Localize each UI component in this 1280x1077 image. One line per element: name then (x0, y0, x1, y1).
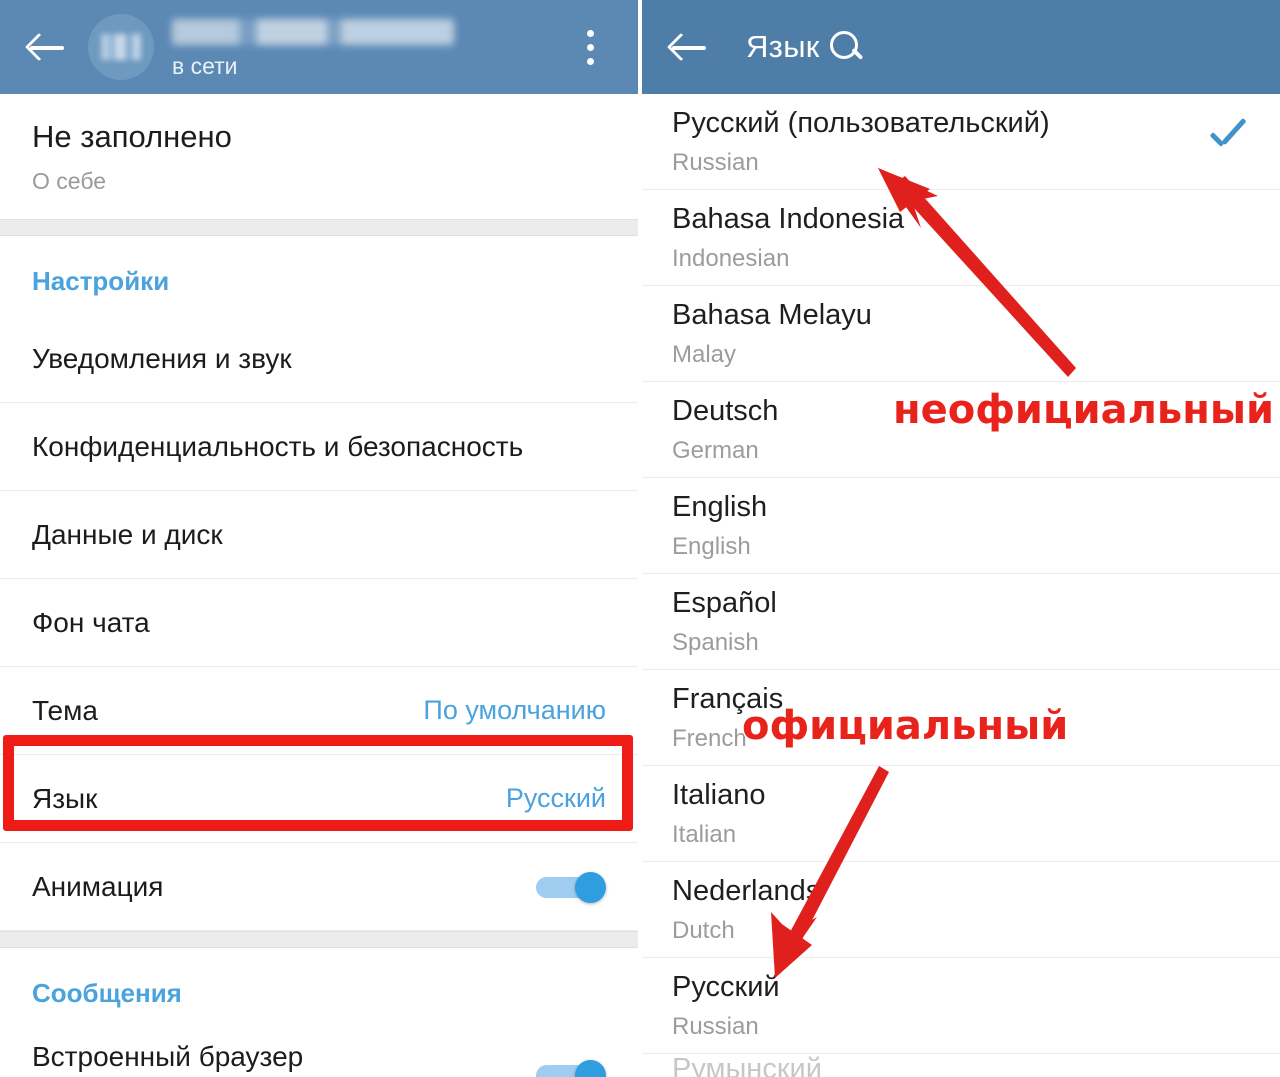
row-label: Встроенный браузер (32, 1040, 304, 1072)
language-texts: Nederlands Dutch (672, 875, 820, 945)
avatar[interactable] (88, 14, 154, 80)
language-native-name: Italiano (672, 778, 766, 811)
language-item-clipped[interactable]: Румынский (642, 1054, 1280, 1077)
language-native-name: Español (672, 586, 777, 619)
overflow-menu-button[interactable] (564, 21, 616, 73)
row-label: Фон чата (32, 606, 150, 638)
language-native-name: Bahasa Melayu (672, 298, 872, 331)
settings-row-privacy[interactable]: Конфиденциальность и безопасность (0, 403, 638, 491)
settings-appbar: в сети (0, 0, 638, 97)
inapp-browser-toggle[interactable] (536, 1059, 606, 1077)
bio-row[interactable]: Не заполнено О себе (0, 94, 638, 219)
language-item-german[interactable]: Deutsch German (642, 382, 1280, 478)
row-label: Анимация (32, 870, 164, 902)
animation-toggle[interactable] (536, 871, 606, 903)
row-label: Конфиденциальность и безопасность (32, 430, 524, 462)
language-native-name: Français (672, 682, 784, 715)
back-arrow-icon (670, 32, 710, 62)
language-texts: English English (672, 491, 767, 561)
language-texts: Bahasa Indonesia Indonesian (672, 203, 904, 273)
bio-label: О себе (32, 167, 107, 194)
back-button[interactable] (22, 21, 74, 73)
back-button[interactable] (664, 21, 716, 73)
row-label: Уведомления и звук (32, 342, 292, 374)
language-item-spanish[interactable]: Español Spanish (642, 574, 1280, 670)
back-arrow-icon (28, 32, 68, 62)
language-english-name: Malay (672, 340, 737, 368)
language-texts: Bahasa Melayu Malay (672, 299, 872, 369)
row-label: Язык (32, 782, 98, 814)
row-label: Тема (32, 694, 98, 726)
settings-row-theme[interactable]: Тема По умолчанию (0, 667, 638, 755)
language-english-name: Russian (672, 1012, 759, 1040)
language-texts: Français French (672, 683, 783, 753)
toggle-thumb (575, 1059, 606, 1077)
settings-row-inapp-browser[interactable]: Встроенный браузер Открывать внешние ссы… (0, 1027, 638, 1077)
settings-row-data-storage[interactable]: Данные и диск (0, 491, 638, 579)
language-english-name: German (672, 436, 759, 464)
language-english-name: Indonesian (672, 244, 790, 272)
language-texts: Deutsch German (672, 395, 778, 465)
avatar-blur-overlay (101, 34, 141, 60)
language-native-name: Bahasa Indonesia (672, 202, 905, 235)
bio-value: Не заполнено (32, 118, 232, 154)
language-english-name: Dutch (672, 916, 735, 944)
row-label: Данные и диск (32, 518, 223, 550)
page-title: Язык (746, 29, 820, 64)
language-item-english[interactable]: English English (642, 478, 1280, 574)
language-item-french[interactable]: Français French (642, 670, 1280, 766)
screenshot-root: в сети Не заполнено О себе Настройки Уве… (0, 0, 1280, 1077)
language-texts: Italiano Italian (672, 779, 766, 849)
language-english-name: French (672, 724, 747, 752)
language-item-russian-official[interactable]: Русский Russian (642, 958, 1280, 1054)
language-item-malay[interactable]: Bahasa Melayu Malay (642, 286, 1280, 382)
language-native-name: Русский (пользовательский) (672, 106, 1050, 139)
section-header-messages: Сообщения (0, 948, 638, 1027)
language-item-russian-custom[interactable]: Русский (пользовательский) Russian (642, 94, 1280, 190)
language-native-name: Nederlands (672, 874, 821, 907)
language-english-name: Russian (672, 148, 759, 176)
language-panel: Язык Русский (пользовательский) Russian … (642, 0, 1280, 1077)
language-texts: Румынский (672, 1054, 822, 1077)
row-texts: Встроенный браузер Открывать внешние ссы… (32, 1041, 486, 1077)
language-english-name: English (672, 532, 751, 560)
section-header-settings: Настройки (0, 236, 638, 315)
section-divider (0, 219, 638, 236)
language-english-name: Italian (672, 820, 737, 848)
settings-row-animation[interactable]: Анимация (0, 843, 638, 931)
theme-value: По умолчанию (423, 695, 606, 725)
profile-title-block: в сети (172, 15, 564, 80)
section-divider-2 (0, 931, 638, 948)
profile-name-blurred (172, 18, 454, 45)
language-item-dutch[interactable]: Nederlands Dutch (642, 862, 1280, 958)
toggle-thumb (575, 871, 606, 903)
language-texts: Русский Russian (672, 971, 780, 1041)
settings-row-language[interactable]: Язык Русский (0, 755, 638, 843)
search-icon (828, 29, 864, 65)
language-english-name: Spanish (672, 628, 759, 656)
language-item-indonesian[interactable]: Bahasa Indonesia Indonesian (642, 190, 1280, 286)
language-item-italian[interactable]: Italiano Italian (642, 766, 1280, 862)
settings-row-chat-background[interactable]: Фон чата (0, 579, 638, 667)
language-native-name: Румынский (672, 1054, 822, 1077)
language-appbar: Язык (642, 0, 1280, 97)
language-native-name: Deutsch (672, 394, 779, 427)
language-value: Русский (505, 783, 606, 813)
search-button[interactable] (820, 21, 872, 73)
checkmark-icon (1206, 125, 1250, 159)
settings-panel: в сети Не заполнено О себе Настройки Уве… (0, 0, 638, 1077)
settings-row-notifications[interactable]: Уведомления и звук (0, 315, 638, 403)
kebab-menu-icon (586, 29, 594, 65)
language-texts: Español Spanish (672, 587, 777, 657)
language-native-name: Русский (672, 970, 780, 1003)
language-texts: Русский (пользовательский) Russian (672, 107, 1050, 177)
language-native-name: English (672, 490, 768, 523)
online-status: в сети (172, 52, 238, 79)
